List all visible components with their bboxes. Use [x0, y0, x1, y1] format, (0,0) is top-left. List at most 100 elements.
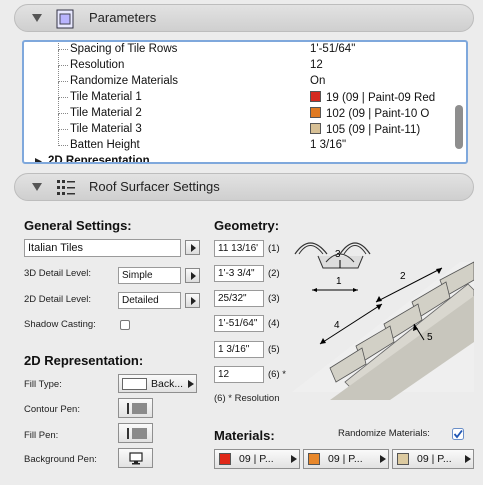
geometry-note: (6) * Resolution: [214, 393, 280, 404]
parameters-list[interactable]: Spacing of Tile Rows 1'-51/64" Resolutio…: [22, 40, 468, 164]
parameters-icon: [56, 9, 74, 29]
geometry-heading: Geometry:: [214, 218, 280, 233]
background-pen-button[interactable]: [118, 448, 153, 468]
tree-line: [58, 98, 68, 114]
monitor-icon: [129, 452, 143, 465]
param-row[interactable]: Batten Height 1 3/16": [24, 130, 454, 154]
materials-heading: Materials:: [214, 428, 275, 443]
contour-pen-label: Contour Pen:: [24, 404, 80, 415]
tile-geometry-diagram: 3 1 2 4 5: [292, 242, 474, 400]
fill-pen-label: Fill Pen:: [24, 430, 59, 441]
diagram-label: 2: [400, 271, 406, 282]
geometry-tag: (5): [268, 344, 280, 355]
settings-grid-icon: [57, 180, 75, 195]
material-swatch: [310, 91, 321, 102]
material-swatch: [219, 453, 231, 465]
param-row[interactable]: Spacing of Tile Rows 1'-51/64": [24, 42, 454, 58]
pen-line-icon: [127, 403, 129, 414]
diagram-label: 1: [336, 276, 342, 287]
param-value: 12: [310, 59, 323, 71]
material-label: 09 | P...: [328, 453, 363, 465]
material-3-button[interactable]: 09 | P...: [392, 449, 474, 469]
param-name: Tile Material 1: [70, 91, 142, 103]
material-label: 09 | P...: [239, 453, 274, 465]
pen-color-swatch: [132, 403, 147, 414]
material-swatch: [310, 107, 321, 118]
material-2-button[interactable]: 09 | P...: [303, 449, 389, 469]
geometry-tag: (4): [268, 318, 280, 329]
geometry-tag: (1): [268, 243, 280, 254]
tree-line: [58, 130, 68, 146]
pen-line-icon: [127, 428, 129, 439]
detail2d-label: 2D Detail Level:: [24, 294, 92, 305]
parameters-title: Parameters: [89, 10, 157, 25]
scrollbar-thumb[interactable]: [455, 105, 463, 149]
param-value: 1 3/16": [310, 139, 347, 151]
param-row[interactable]: Tile Material 3 105 (09 | Paint-11): [24, 114, 454, 138]
randomize-materials-label: Randomize Materials:: [338, 428, 430, 439]
geometry-field-2[interactable]: 1'-3 3/4": [214, 265, 264, 282]
detail2d-menu-button[interactable]: [185, 293, 200, 308]
detail2d-select[interactable]: Detailed: [118, 292, 181, 309]
material-label: 09 | P...: [417, 453, 452, 465]
tree-line: [58, 42, 68, 50]
detail3d-select[interactable]: Simple: [118, 267, 181, 284]
fill-type-button[interactable]: Back...: [118, 374, 197, 393]
geometry-field-5[interactable]: 1 3/16": [214, 341, 264, 358]
material-swatch: [397, 453, 409, 465]
param-name: Spacing of Tile Rows: [70, 43, 178, 55]
expand-triangle-icon[interactable]: [34, 157, 43, 164]
roof-surfacer-title: Roof Surfacer Settings: [89, 179, 220, 194]
diagram-label: 3: [335, 249, 341, 260]
material-1-button[interactable]: 09 | P...: [214, 449, 300, 469]
tree-line: [58, 82, 68, 98]
arrow-right-icon: [380, 455, 386, 463]
tree-line: [58, 50, 68, 66]
rep2d-heading: 2D Representation:: [24, 353, 144, 368]
tree-line: [58, 66, 68, 82]
general-settings-heading: General Settings:: [24, 218, 132, 233]
param-group-row[interactable]: 2D Representation: [24, 154, 454, 164]
geometry-tag: (3): [268, 293, 280, 304]
collapse-triangle-icon[interactable]: [32, 183, 42, 191]
preset-field[interactable]: Italian Tiles: [24, 239, 181, 257]
randomize-materials-checkbox[interactable]: [452, 428, 464, 440]
fill-swatch: [122, 378, 147, 390]
geometry-field-1[interactable]: 11 13/16': [214, 240, 264, 257]
param-value: 1'-51/64": [310, 43, 356, 55]
fill-type-value: Back...: [151, 378, 184, 390]
tree-line: [58, 114, 68, 130]
param-name: Randomize Materials: [70, 75, 179, 87]
collapse-triangle-icon[interactable]: [32, 14, 42, 22]
arrow-right-icon: [291, 455, 297, 463]
diagram-label: 5: [427, 332, 433, 343]
fill-type-label: Fill Type:: [24, 379, 62, 390]
fill-pen-button[interactable]: [118, 423, 153, 443]
material-swatch: [310, 123, 321, 134]
roof-surfacer-section-header[interactable]: [14, 173, 474, 201]
param-name: Batten Height: [70, 139, 140, 151]
background-pen-label: Background Pen:: [24, 454, 97, 465]
shadow-label: Shadow Casting:: [24, 319, 96, 330]
arrow-right-icon: [188, 380, 194, 388]
group-name: 2D Representation: [48, 155, 150, 164]
param-row[interactable]: Resolution 12: [24, 50, 454, 74]
param-value: 105 (09 | Paint-11): [310, 123, 420, 136]
arrow-right-icon: [465, 455, 471, 463]
diagram-label: 4: [334, 320, 340, 331]
material-swatch: [308, 453, 320, 465]
geometry-field-4[interactable]: 1'-51/64": [214, 315, 264, 332]
param-row[interactable]: Tile Material 2 102 (09 | Paint-10 O: [24, 98, 454, 122]
contour-pen-button[interactable]: [118, 398, 153, 418]
geometry-field-6[interactable]: 12: [214, 366, 264, 383]
preset-menu-button[interactable]: [185, 240, 200, 255]
param-row[interactable]: Tile Material 1 19 (09 | Paint-09 Red: [24, 82, 454, 106]
detail3d-label: 3D Detail Level:: [24, 268, 92, 279]
shadow-checkbox[interactable]: [120, 320, 130, 330]
param-name: Resolution: [70, 59, 125, 71]
detail3d-menu-button[interactable]: [185, 268, 200, 283]
geometry-tag: (2): [268, 268, 280, 279]
param-row[interactable]: Randomize Materials On: [24, 66, 454, 90]
geometry-field-3[interactable]: 25/32": [214, 290, 264, 307]
parameters-section-header[interactable]: [14, 4, 474, 32]
